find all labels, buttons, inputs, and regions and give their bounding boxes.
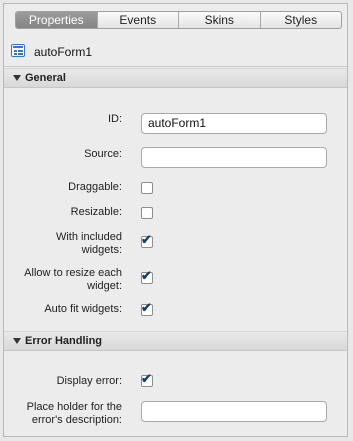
resizable-checkbox[interactable] xyxy=(141,207,153,219)
tab-events[interactable]: Events xyxy=(96,12,179,28)
display-error-checkbox[interactable]: ✔ xyxy=(141,371,153,387)
checkmark-icon: ✔ xyxy=(141,371,152,386)
properties-panel: Properties Events Skins Styles autoForm1… xyxy=(3,3,348,437)
draggable-checkbox[interactable] xyxy=(141,182,153,194)
display-error-label: Display error: xyxy=(56,375,122,387)
auto-fit-widgets-label: Auto fit widgets: xyxy=(44,303,122,315)
resizable-label: Resizable: xyxy=(70,206,122,218)
placeholder-error-field[interactable] xyxy=(141,401,327,422)
object-name: autoForm1 xyxy=(34,45,93,59)
id-field[interactable]: autoForm1 xyxy=(141,113,327,134)
source-label: Source: xyxy=(84,148,122,160)
auto-fit-widgets-checkbox[interactable]: ✔ xyxy=(141,300,153,316)
section-error-handling[interactable]: Error Handling xyxy=(4,331,347,351)
id-label: ID: xyxy=(107,113,122,125)
checkmark-icon: ✔ xyxy=(141,232,152,247)
section-general[interactable]: General xyxy=(4,68,347,88)
with-included-widgets-checkbox[interactable]: ✔ xyxy=(141,232,153,248)
object-header: autoForm1 xyxy=(4,35,347,67)
tab-bar: Properties Events Skins Styles xyxy=(15,11,342,29)
checkmark-icon: ✔ xyxy=(141,268,152,283)
section-error-handling-label: Error Handling xyxy=(25,335,103,347)
allow-resize-each-checkbox[interactable]: ✔ xyxy=(141,268,153,284)
tab-styles[interactable]: Styles xyxy=(259,12,342,28)
form-icon xyxy=(11,44,25,57)
with-included-widgets-label-line2: widgets: xyxy=(81,244,122,256)
tab-skins[interactable]: Skins xyxy=(178,12,260,28)
source-field[interactable] xyxy=(141,147,327,168)
checkmark-icon: ✔ xyxy=(141,300,152,315)
tab-properties[interactable]: Properties xyxy=(16,12,97,28)
section-general-label: General xyxy=(25,72,66,84)
disclosure-triangle-icon xyxy=(13,338,21,344)
with-included-widgets-label-line1: With included xyxy=(55,231,122,243)
draggable-label: Draggable: xyxy=(68,181,122,193)
placeholder-error-label-line1: Place holder for the xyxy=(26,401,122,413)
placeholder-error-label-line2: error's description: xyxy=(31,414,122,426)
disclosure-triangle-icon xyxy=(13,75,21,81)
allow-resize-each-label-line2: widget: xyxy=(87,280,122,292)
allow-resize-each-label-line1: Allow to resize each xyxy=(24,267,122,279)
